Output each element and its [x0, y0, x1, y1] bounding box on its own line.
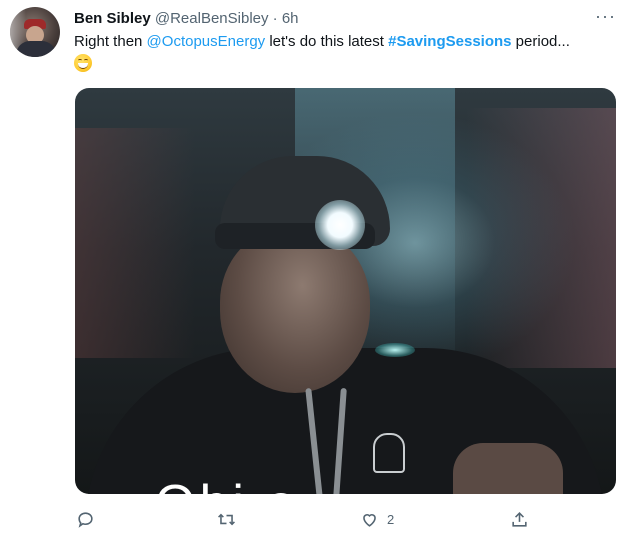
mention-link[interactable]: @OctopusEnergy — [147, 33, 266, 50]
photo-glint — [375, 343, 415, 357]
headlamp-light — [315, 200, 365, 250]
tweet-actions: 2 — [74, 506, 544, 532]
reply-button[interactable] — [76, 506, 103, 532]
share-button[interactable] — [510, 506, 537, 532]
hoodie-logo — [373, 433, 405, 473]
grinning-face-emoji-icon — [74, 54, 92, 72]
tweet-time[interactable]: 6h — [282, 10, 299, 27]
photo-wall-left — [75, 128, 195, 358]
photo-hand — [453, 443, 563, 494]
heart-icon — [363, 513, 376, 527]
tweet[interactable]: Ben Sibley @RealBenSibley · 6h ··· Right… — [0, 0, 634, 540]
tweet-text: Right then @OctopusEnergy let's do this … — [74, 31, 619, 75]
more-options-icon[interactable]: ··· — [595, 6, 616, 27]
tweet-photo[interactable]: Ohi o — [75, 88, 616, 494]
retweet-icon — [218, 513, 235, 525]
share-icon — [512, 511, 527, 527]
reply-icon — [78, 511, 93, 528]
tweet-text-part: Right then — [74, 33, 147, 50]
author-handle[interactable]: @RealBenSibley — [155, 10, 269, 27]
author-name[interactable]: Ben Sibley — [74, 10, 151, 27]
avatar-body — [16, 41, 56, 57]
retweet-button[interactable] — [217, 506, 244, 532]
meta-separator: · — [272, 10, 278, 27]
photo-face — [220, 228, 370, 393]
tweet-header: Ben Sibley @RealBenSibley · 6h — [74, 9, 299, 29]
photo-wall-right — [466, 108, 616, 368]
hashtag-link[interactable]: #SavingSessions — [388, 33, 511, 50]
tweet-text-part: let's do this latest — [265, 33, 389, 50]
like-button[interactable]: 2 — [360, 506, 394, 532]
photo-caption-overlay: Ohi o — [155, 478, 299, 494]
tweet-text-part: period... — [511, 33, 570, 50]
like-count: 2 — [387, 511, 395, 527]
avatar[interactable] — [10, 7, 60, 57]
